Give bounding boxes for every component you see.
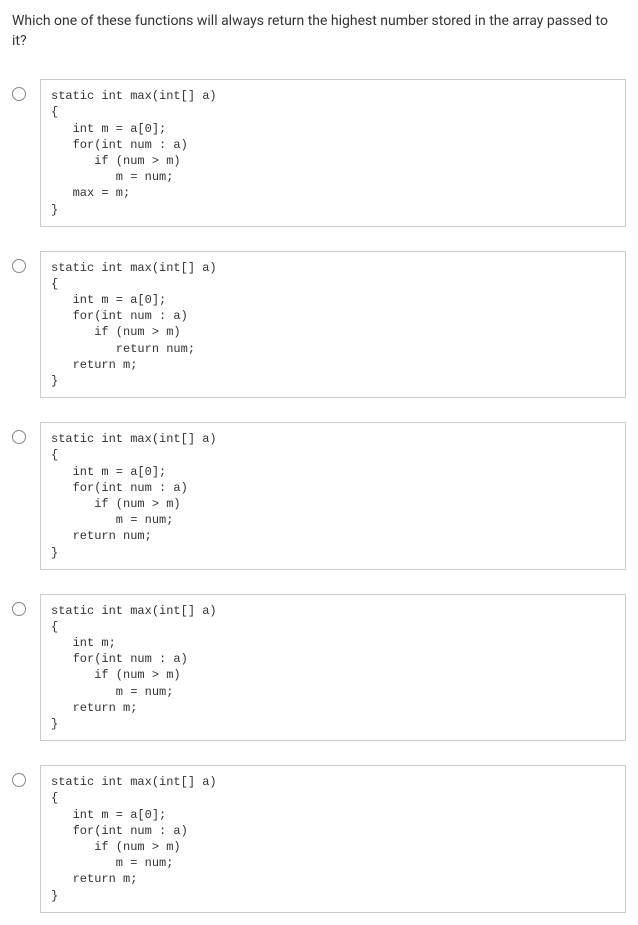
option-5[interactable]: static int max(int[] a) { int m = a[0]; …	[12, 765, 626, 913]
options-container: static int max(int[] a) { int m = a[0]; …	[12, 79, 626, 913]
code-box-3: static int max(int[] a) { int m = a[0]; …	[40, 422, 626, 570]
option-4[interactable]: static int max(int[] a) { int m; for(int…	[12, 594, 626, 742]
option-3[interactable]: static int max(int[] a) { int m = a[0]; …	[12, 422, 626, 570]
radio-5[interactable]	[12, 773, 26, 787]
radio-1[interactable]	[12, 87, 26, 101]
code-box-1: static int max(int[] a) { int m = a[0]; …	[40, 79, 626, 227]
radio-2[interactable]	[12, 259, 26, 273]
option-2[interactable]: static int max(int[] a) { int m = a[0]; …	[12, 251, 626, 399]
code-box-4: static int max(int[] a) { int m; for(int…	[40, 594, 626, 742]
radio-3[interactable]	[12, 430, 26, 444]
question-text: Which one of these functions will always…	[12, 12, 626, 51]
radio-4[interactable]	[12, 602, 26, 616]
code-box-5: static int max(int[] a) { int m = a[0]; …	[40, 765, 626, 913]
option-1[interactable]: static int max(int[] a) { int m = a[0]; …	[12, 79, 626, 227]
code-box-2: static int max(int[] a) { int m = a[0]; …	[40, 251, 626, 399]
